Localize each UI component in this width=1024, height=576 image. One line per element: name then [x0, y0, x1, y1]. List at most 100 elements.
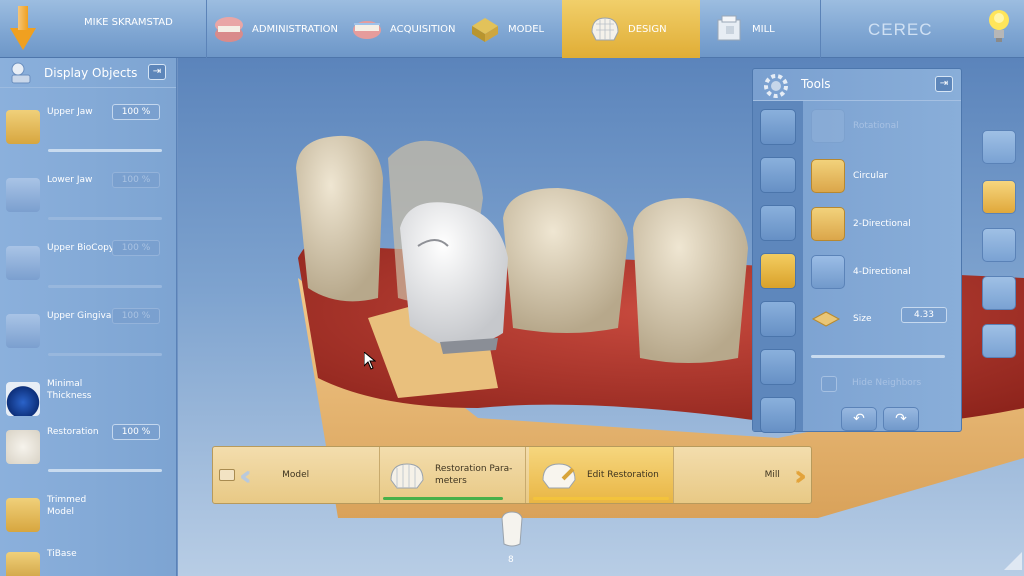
rotate-view-icon[interactable] [982, 180, 1016, 214]
phase-label: Restoration Para- meters [435, 464, 513, 486]
phase-model[interactable]: ‹‹ Model [239, 447, 379, 503]
object-name: TiBase [47, 549, 77, 559]
tool-option-label: Rotational [853, 121, 899, 131]
collapse-tools-button[interactable]: ⇥ [935, 76, 953, 92]
step-acquisition[interactable]: ACQUISITION [350, 0, 460, 58]
tooth-number: 8 [508, 555, 514, 565]
opacity-value[interactable]: 100 % [112, 308, 160, 324]
chevron-left-icon: ‹‹ [239, 458, 252, 492]
gingiva-icon [6, 314, 40, 348]
lower-jaw-icon [6, 178, 40, 212]
restoration-icon [6, 430, 40, 464]
phase-label: Mill [764, 470, 780, 480]
divider [820, 0, 821, 58]
form-tool-button[interactable] [760, 253, 796, 289]
tooth-selector-icon[interactable] [498, 510, 526, 550]
phase-label: Edit Restoration [587, 470, 659, 480]
size-slider[interactable] [811, 355, 945, 358]
add-tool-button[interactable] [760, 301, 796, 337]
biocopy-icon [6, 246, 40, 280]
opacity-slider[interactable] [48, 149, 162, 152]
tool-option-4-directional[interactable]: 4-Directional [811, 255, 911, 289]
opacity-slider[interactable] [48, 469, 162, 472]
opacity-value[interactable]: 100 % [112, 172, 160, 188]
expand-arrow-icon[interactable] [1004, 552, 1022, 570]
phase-bar-toggle[interactable] [219, 469, 235, 481]
scale-tool-button[interactable] [760, 205, 796, 241]
step-label: ADMINISTRATION [252, 23, 339, 35]
divider [206, 0, 207, 58]
object-name: Minimal Thickness [47, 379, 92, 401]
lightbulb-icon[interactable] [988, 8, 1010, 44]
tool-option-rotational[interactable]: Rotational [811, 109, 899, 143]
tools-header: Tools ⇥ [753, 69, 961, 101]
step-label: MILL [752, 23, 775, 35]
layers-tool-button[interactable] [760, 157, 796, 193]
tool-option-circular[interactable]: Circular [811, 159, 888, 193]
tibase-icon [6, 552, 40, 576]
redo-button[interactable]: ↷ [883, 407, 919, 431]
mouse-cursor-icon [364, 352, 376, 370]
size-label: Size [853, 314, 872, 324]
jaw-scan-icon [353, 21, 381, 39]
display-objects-panel: Display Objects ⇥ Upper Jaw 100 % Lower … [0, 58, 177, 576]
opacity-value[interactable]: 100 % [112, 104, 160, 120]
screenshot-icon[interactable] [982, 276, 1016, 310]
step-model[interactable]: MODEL [468, 0, 560, 58]
position-tool-button[interactable] [760, 349, 796, 385]
size-value-input[interactable]: 4.33 [901, 307, 947, 323]
crown-icon [390, 463, 424, 489]
chevron-right-icon: ›› [793, 458, 807, 492]
back-arrow-icon[interactable] [10, 6, 36, 50]
crown-icon [591, 17, 619, 41]
object-name: Upper BioCopy [47, 243, 115, 253]
divider [525, 447, 526, 503]
phase-edit-restoration[interactable]: Edit Restoration [529, 447, 673, 503]
tool-option-2-directional[interactable]: 2-Directional [811, 207, 911, 241]
phase-mill[interactable]: Mill ›› [681, 447, 809, 503]
phase-restoration-parameters[interactable]: Restoration Para- meters [387, 447, 517, 503]
step-design[interactable]: DESIGN [562, 0, 700, 58]
mill-icon [717, 15, 741, 41]
cerec-logo: CEREC [868, 20, 933, 39]
lock-tool-button[interactable] [760, 397, 796, 433]
shape-tool-button[interactable] [760, 109, 796, 145]
opacity-slider[interactable] [48, 285, 162, 288]
collapse-panel-button[interactable]: ⇥ [148, 64, 166, 80]
phase-progress-complete [383, 497, 503, 500]
tools-icon [764, 74, 788, 98]
undo-button[interactable]: ↶ [841, 407, 877, 431]
step-label: DESIGN [628, 23, 667, 35]
object-name: Upper Jaw [47, 107, 93, 117]
size-row: Size [811, 309, 871, 329]
tool-option-label: Circular [853, 171, 888, 181]
opacity-slider[interactable] [48, 217, 162, 220]
rotational-icon [811, 109, 845, 143]
tools-title: Tools [801, 77, 831, 91]
top-bar: MIKE SKRAMSTAD ADMINISTRATION ACQUISITIO… [0, 0, 1024, 58]
phase-bar: ‹‹ Model Restoration Para- meters Edit R… [212, 446, 812, 504]
object-name: Restoration [47, 427, 99, 437]
tool-option-label: 2-Directional [853, 219, 911, 229]
opacity-slider[interactable] [48, 353, 162, 356]
panel-title: Display Objects [44, 65, 138, 80]
analysis-icon[interactable] [982, 228, 1016, 262]
hide-neighbors-label: Hide Neighbors [852, 378, 922, 388]
opacity-value[interactable]: 100 % [112, 240, 160, 256]
jaw-view-icon[interactable] [982, 324, 1016, 358]
tool-option-label: 4-Directional [853, 267, 911, 277]
two-directional-icon [811, 207, 845, 241]
step-mill[interactable]: MILL [712, 0, 802, 58]
upper-jaw-icon [6, 110, 40, 144]
hide-neighbors-checkbox[interactable] [821, 376, 837, 392]
user-name: MIKE SKRAMSTAD [84, 17, 173, 28]
opacity-value[interactable]: 100 % [112, 424, 160, 440]
step-administration[interactable]: ADMINISTRATION [212, 0, 340, 58]
tool-category-column [753, 101, 803, 433]
tools-panel: Tools ⇥ Rotational Circular 2-Directiona… [752, 68, 962, 433]
model-icon [472, 18, 498, 42]
divider [673, 447, 674, 503]
object-name: Lower Jaw [47, 175, 93, 185]
trimmed-model-icon [6, 498, 40, 532]
view-cube-icon[interactable] [982, 130, 1016, 164]
